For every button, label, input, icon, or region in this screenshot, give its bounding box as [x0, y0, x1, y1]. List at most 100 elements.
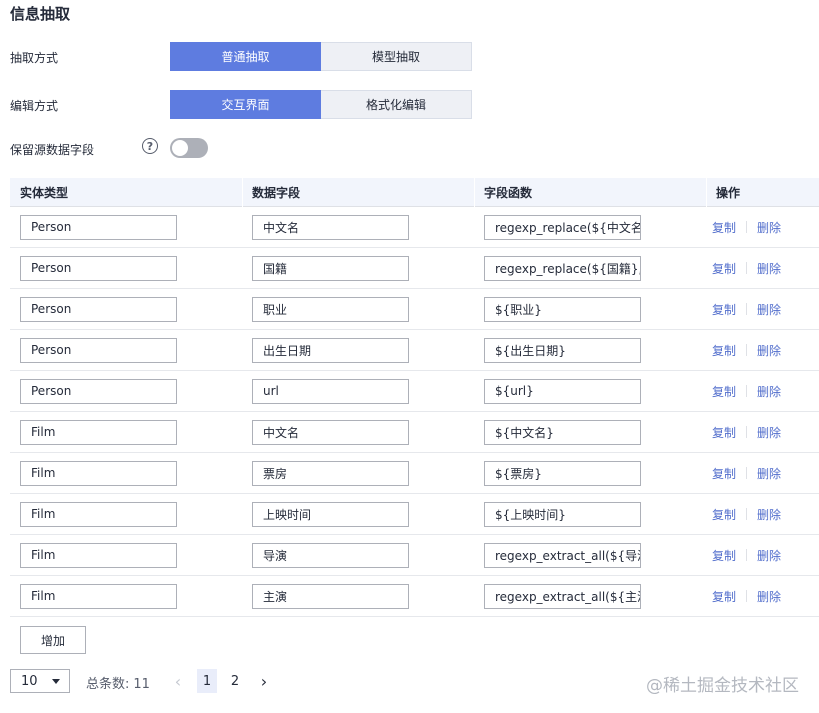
field-cell: url: [242, 371, 474, 411]
entity-cell: Film: [10, 535, 242, 575]
entity-cell: Person: [10, 371, 242, 411]
action-divider: [746, 426, 748, 438]
add-row-button[interactable]: 增加: [20, 626, 86, 654]
field-cell: 上映时间: [242, 494, 474, 534]
copy-link[interactable]: 复制: [712, 342, 736, 359]
actions-cell: 复制 删除: [706, 248, 819, 288]
delete-link[interactable]: 删除: [757, 547, 781, 564]
field-function-input[interactable]: regexp_replace(${中文名},: [484, 214, 641, 240]
copy-link[interactable]: 复制: [712, 219, 736, 236]
function-cell: ${票房}: [474, 453, 706, 493]
copy-link[interactable]: 复制: [712, 424, 736, 441]
actions-cell: 复制 删除: [706, 371, 819, 411]
entity-type-input[interactable]: Person: [20, 378, 177, 404]
copy-link[interactable]: 复制: [712, 465, 736, 482]
action-divider: [746, 508, 748, 520]
field-cell: 导演: [242, 535, 474, 575]
action-divider: [746, 385, 748, 397]
page-title: 信息抽取: [10, 5, 71, 23]
table-row: Film 主演 regexp_extract_all(${主演 复制 删除: [10, 576, 819, 617]
data-field-input[interactable]: 中文名: [252, 214, 409, 240]
data-field-input[interactable]: 票房: [252, 460, 409, 486]
total-label: 总条数:: [86, 677, 130, 692]
page-2-button[interactable]: 2: [225, 669, 245, 693]
data-field-input[interactable]: 出生日期: [252, 337, 409, 363]
entity-type-input[interactable]: Film: [20, 583, 177, 609]
action-divider: [746, 262, 748, 274]
actions-cell: 复制 删除: [706, 576, 819, 616]
edit-mode-interactive-button[interactable]: 交互界面: [170, 90, 321, 119]
keep-source-toggle[interactable]: [170, 138, 208, 158]
action-divider: [746, 344, 748, 356]
field-cell: 出生日期: [242, 330, 474, 370]
table-row: Film 上映时间 ${上映时间} 复制 删除: [10, 494, 819, 535]
extract-mode-label: 抽取方式: [10, 51, 59, 65]
entity-type-input[interactable]: Person: [20, 214, 177, 240]
field-cell: 中文名: [242, 412, 474, 452]
field-function-input[interactable]: ${职业}: [484, 296, 641, 322]
data-field-input[interactable]: 上映时间: [252, 501, 409, 527]
delete-link[interactable]: 删除: [757, 219, 781, 236]
entity-type-input[interactable]: Film: [20, 501, 177, 527]
field-function-input[interactable]: regexp_extract_all(${主演: [484, 583, 641, 609]
extract-mode-model-button[interactable]: 模型抽取: [321, 42, 472, 71]
field-function-input[interactable]: regexp_replace(${国籍}, ': [484, 255, 641, 281]
copy-link[interactable]: 复制: [712, 506, 736, 523]
action-divider: [746, 303, 748, 315]
entity-type-input[interactable]: Film: [20, 542, 177, 568]
entity-type-input[interactable]: Person: [20, 296, 177, 322]
page-size-select[interactable]: 10: [10, 669, 70, 693]
delete-link[interactable]: 删除: [757, 301, 781, 318]
next-page-icon[interactable]: ›: [256, 671, 272, 691]
action-divider: [746, 467, 748, 479]
entity-type-input[interactable]: Person: [20, 255, 177, 281]
field-cell: 职业: [242, 289, 474, 329]
data-field-input[interactable]: 中文名: [252, 419, 409, 445]
page-1-button[interactable]: 1: [197, 669, 217, 693]
copy-link[interactable]: 复制: [712, 547, 736, 564]
field-function-input[interactable]: ${上映时间}: [484, 501, 641, 527]
data-field-input[interactable]: 职业: [252, 296, 409, 322]
field-function-input[interactable]: ${出生日期}: [484, 337, 641, 363]
data-field-input[interactable]: 主演: [252, 583, 409, 609]
data-field-input[interactable]: url: [252, 378, 409, 404]
entity-type-input[interactable]: Film: [20, 419, 177, 445]
question-circle-icon[interactable]: ?: [142, 138, 158, 154]
table-row: Film 票房 ${票房} 复制 删除: [10, 453, 819, 494]
copy-link[interactable]: 复制: [712, 588, 736, 605]
copy-link[interactable]: 复制: [712, 383, 736, 400]
copy-link[interactable]: 复制: [712, 301, 736, 318]
actions-cell: 复制 删除: [706, 330, 819, 370]
prev-page-icon[interactable]: ‹: [170, 671, 186, 691]
action-divider: [746, 549, 748, 561]
field-cell: 中文名: [242, 207, 474, 247]
header-data-field: 数据字段: [242, 178, 474, 207]
delete-link[interactable]: 删除: [757, 465, 781, 482]
function-cell: regexp_replace(${国籍}, ': [474, 248, 706, 288]
edit-mode-format-button[interactable]: 格式化编辑: [321, 90, 472, 119]
actions-cell: 复制 删除: [706, 453, 819, 493]
delete-link[interactable]: 删除: [757, 260, 781, 277]
delete-link[interactable]: 删除: [757, 506, 781, 523]
caret-down-icon: [52, 679, 60, 684]
field-function-input[interactable]: ${中文名}: [484, 419, 641, 445]
actions-cell: 复制 删除: [706, 412, 819, 452]
data-field-input[interactable]: 国籍: [252, 255, 409, 281]
delete-link[interactable]: 删除: [757, 588, 781, 605]
actions-cell: 复制 删除: [706, 494, 819, 534]
data-field-input[interactable]: 导演: [252, 542, 409, 568]
extract-mode-normal-button[interactable]: 普通抽取: [170, 42, 321, 71]
entity-type-input[interactable]: Film: [20, 460, 177, 486]
field-function-input[interactable]: ${url}: [484, 378, 641, 404]
watermark: @稀土掘金技术社区: [646, 676, 799, 696]
field-function-input[interactable]: ${票房}: [484, 460, 641, 486]
delete-link[interactable]: 删除: [757, 342, 781, 359]
function-cell: ${职业}: [474, 289, 706, 329]
keep-source-label: 保留源数据字段: [10, 143, 95, 157]
copy-link[interactable]: 复制: [712, 260, 736, 277]
delete-link[interactable]: 删除: [757, 424, 781, 441]
entity-cell: Person: [10, 207, 242, 247]
field-function-input[interactable]: regexp_extract_all(${导演: [484, 542, 641, 568]
delete-link[interactable]: 删除: [757, 383, 781, 400]
entity-type-input[interactable]: Person: [20, 337, 177, 363]
